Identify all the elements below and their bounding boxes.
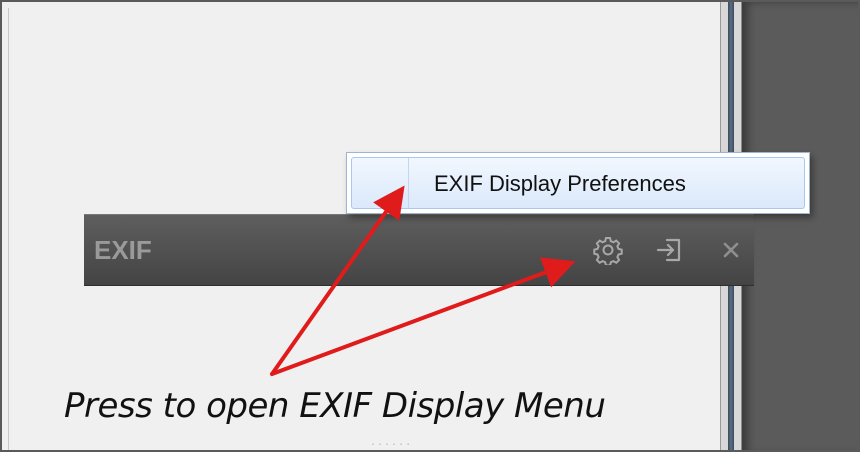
close-icon[interactable]	[714, 233, 748, 267]
app-window: ...... EXIF EXIF Display Preferences Pre…	[0, 0, 860, 452]
exif-panel-title: EXIF	[94, 235, 152, 265]
undock-icon[interactable]	[652, 233, 686, 267]
menu-icon-gutter	[408, 158, 409, 208]
menu-item-label: EXIF Display Preferences	[434, 171, 686, 196]
annotation-caption: Press to open EXIF Display Menu	[64, 386, 606, 426]
menu-item-exif-display-preferences[interactable]: EXIF Display Preferences	[351, 157, 805, 209]
exif-panel-header: EXIF	[84, 214, 754, 286]
resize-grip[interactable]: ......	[370, 438, 411, 448]
exif-display-menu: EXIF Display Preferences	[346, 152, 810, 214]
gear-icon[interactable]	[591, 233, 625, 267]
right-panel-area	[742, 2, 858, 450]
